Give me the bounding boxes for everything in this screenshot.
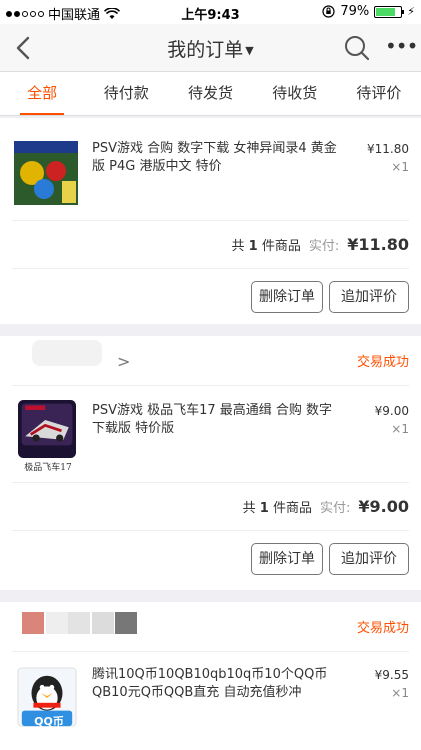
shop-avatar-blurred xyxy=(92,612,114,634)
order-summary: 共 1 件商品 实付: ¥11.80 xyxy=(12,220,409,268)
product-thumbnail xyxy=(18,400,76,458)
product-thumbnail xyxy=(14,141,78,205)
tab-pending-shipment[interactable]: 待发货 xyxy=(168,72,252,115)
order-summary: 共 1 件商品 实付: ¥9.00 xyxy=(12,482,409,530)
tab-pending-receipt[interactable]: 待收货 xyxy=(253,72,337,115)
shop-avatar-blurred xyxy=(22,612,44,634)
status-bar: 中国联通 上午9:43 79% ⚡ xyxy=(0,0,421,24)
paid-amount: ¥9.00 xyxy=(358,497,409,516)
product-price: ¥9.00 xyxy=(374,404,409,418)
shop-avatar-blurred xyxy=(46,612,68,634)
order-item[interactable]: 极品飞车17 PSV游戏 极品飞车17 最高通缉 合购 数字下载版 特价版 ¥9… xyxy=(12,386,409,482)
chevron-right-icon: > xyxy=(117,352,131,371)
order-item[interactable]: QQ币 腾讯10Q币10QB10qb10q币10个QQ币QB10元Q币QQB直充… xyxy=(12,652,409,748)
chevron-down-icon: ▼ xyxy=(245,44,254,57)
order-status: 交易成功 xyxy=(356,355,409,370)
charging-icon: ⚡ xyxy=(407,5,415,18)
product-quantity: ×1 xyxy=(391,160,409,174)
order-card: 交易成功 QQ币 腾讯10Q币10QB10qb10q币10个QQ币QB10元Q币… xyxy=(0,602,421,750)
orientation-lock-icon xyxy=(322,5,335,18)
thumbnail-caption: QQ币 xyxy=(34,715,64,728)
delete-order-button[interactable]: 删除订单 xyxy=(251,543,323,575)
product-quantity: ×1 xyxy=(391,686,409,700)
product-title: PSV游戏 极品飞车17 最高通缉 合购 数字下载版 特价版 xyxy=(92,403,333,436)
order-card: PSV游戏 合购 数字下载 女神异闻录4 黄金版 P4G 港版中文 特价 ¥11… xyxy=(0,118,421,324)
paid-amount: ¥11.80 xyxy=(347,235,409,254)
battery-percent: 79% xyxy=(340,4,370,19)
delete-order-button[interactable]: 删除订单 xyxy=(251,281,323,313)
order-actions: 删除订单 追加评价 xyxy=(12,530,409,588)
shop-avatar-blurred xyxy=(115,612,137,634)
add-review-button[interactable]: 追加评价 xyxy=(329,543,409,575)
shop-name-blurred xyxy=(32,340,102,366)
order-actions: 删除订单 追加评价 xyxy=(12,268,409,326)
item-count: 共 1 件商品 xyxy=(231,239,301,254)
shop-row[interactable]: 交易成功 xyxy=(12,602,409,652)
shop-row[interactable]: > 交易成功 xyxy=(12,336,409,386)
product-title: PSV游戏 合购 数字下载 女神异闻录4 黄金版 P4G 港版中文 特价 xyxy=(92,141,337,174)
order-status: 交易成功 xyxy=(356,621,409,636)
shop-avatar-blurred xyxy=(68,612,90,634)
status-right: 79% ⚡ xyxy=(322,4,415,19)
thumbnail-caption: 极品飞车17 xyxy=(24,463,72,473)
paid-label: 实付: xyxy=(320,501,351,516)
paid-label: 实付: xyxy=(308,239,340,254)
order-tabs: 全部 待付款 待发货 待收货 待评价 xyxy=(0,72,421,116)
tab-all[interactable]: 全部 xyxy=(0,72,84,115)
product-price: ¥9.55 xyxy=(374,668,409,682)
product-quantity: ×1 xyxy=(391,422,409,436)
product-title: 腾讯10Q币10QB10qb10q币10个QQ币QB10元Q币QQB直充 自动充… xyxy=(92,667,328,700)
product-price: ¥11.80 xyxy=(367,142,409,156)
add-review-button[interactable]: 追加评价 xyxy=(329,281,409,313)
order-item[interactable]: PSV游戏 合购 数字下载 女神异闻录4 黄金版 P4G 港版中文 特价 ¥11… xyxy=(12,118,409,220)
order-card: > 交易成功 极品飞车17 PSV游戏 极品飞车17 最高通缉 合购 数字下载版… xyxy=(0,336,421,590)
page-title: 我的订单 xyxy=(167,39,244,61)
more-dots-icon[interactable]: ••• xyxy=(385,36,418,58)
battery-icon xyxy=(374,5,405,18)
search-icon[interactable] xyxy=(343,34,371,62)
tab-pending-payment[interactable]: 待付款 xyxy=(84,72,168,115)
item-count: 共 1 件商品 xyxy=(242,501,312,516)
nav-bar: 我的订单 ▼ ••• xyxy=(0,24,421,72)
tab-pending-review[interactable]: 待评价 xyxy=(337,72,421,115)
